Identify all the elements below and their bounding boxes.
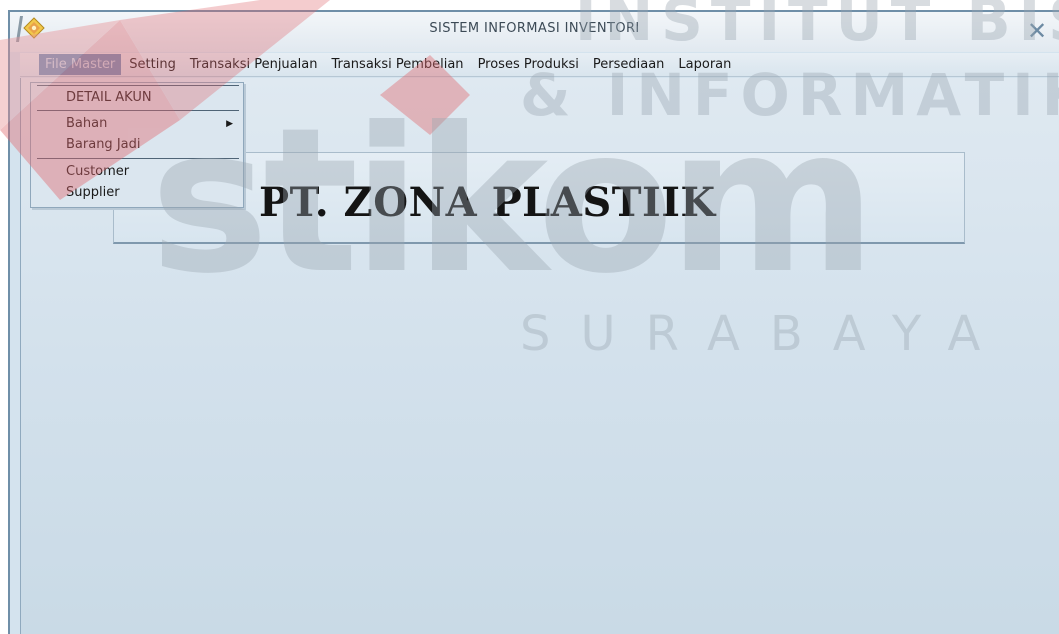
- menu-item-label: Supplier: [66, 185, 120, 200]
- menu-item-label: Barang Jadi: [66, 137, 141, 152]
- menu-item-label: Bahan: [66, 116, 108, 131]
- menu-item-customer[interactable]: Customer: [31, 161, 243, 183]
- menu-item-supplier[interactable]: Supplier: [31, 182, 243, 204]
- menu-separator: [37, 110, 239, 111]
- app-screen: SISTEM INFORMASI INVENTORI ✕ File Master…: [0, 0, 1059, 634]
- menu-bar: File Master Setting Transaksi Penjualan …: [20, 53, 1059, 77]
- menu-item-label: Customer: [66, 164, 130, 179]
- menu-separator: [37, 85, 239, 86]
- title-bar[interactable]: SISTEM INFORMASI INVENTORI ✕: [10, 12, 1059, 52]
- menu-item-label: DETAIL AKUN: [66, 90, 152, 105]
- company-name: PT. ZONA PLASTIIK: [259, 179, 716, 226]
- menu-file-master[interactable]: File Master: [39, 54, 122, 75]
- submenu-arrow-icon: ▶: [226, 119, 233, 129]
- menu-laporan[interactable]: Laporan: [672, 54, 737, 75]
- window-title: SISTEM INFORMASI INVENTORI: [429, 21, 640, 36]
- close-icon[interactable]: ✕: [1025, 19, 1049, 43]
- menu-persediaan[interactable]: Persediaan: [587, 54, 671, 75]
- menu-item-detail-akun[interactable]: DETAIL AKUN: [31, 87, 243, 109]
- menu-separator: [37, 158, 239, 159]
- file-master-dropdown: DETAIL AKUN Bahan ▶ Barang Jadi Customer…: [30, 82, 244, 208]
- menu-item-bahan[interactable]: Bahan ▶: [31, 113, 243, 135]
- menu-proses-produksi[interactable]: Proses Produksi: [472, 54, 585, 75]
- menu-item-barang-jadi[interactable]: Barang Jadi: [31, 134, 243, 156]
- main-window: SISTEM INFORMASI INVENTORI ✕ File Master…: [8, 10, 1059, 634]
- menu-setting[interactable]: Setting: [123, 54, 182, 75]
- menu-transaksi-penjualan[interactable]: Transaksi Penjualan: [184, 54, 324, 75]
- menu-transaksi-pembelian[interactable]: Transaksi Pembelian: [325, 54, 469, 75]
